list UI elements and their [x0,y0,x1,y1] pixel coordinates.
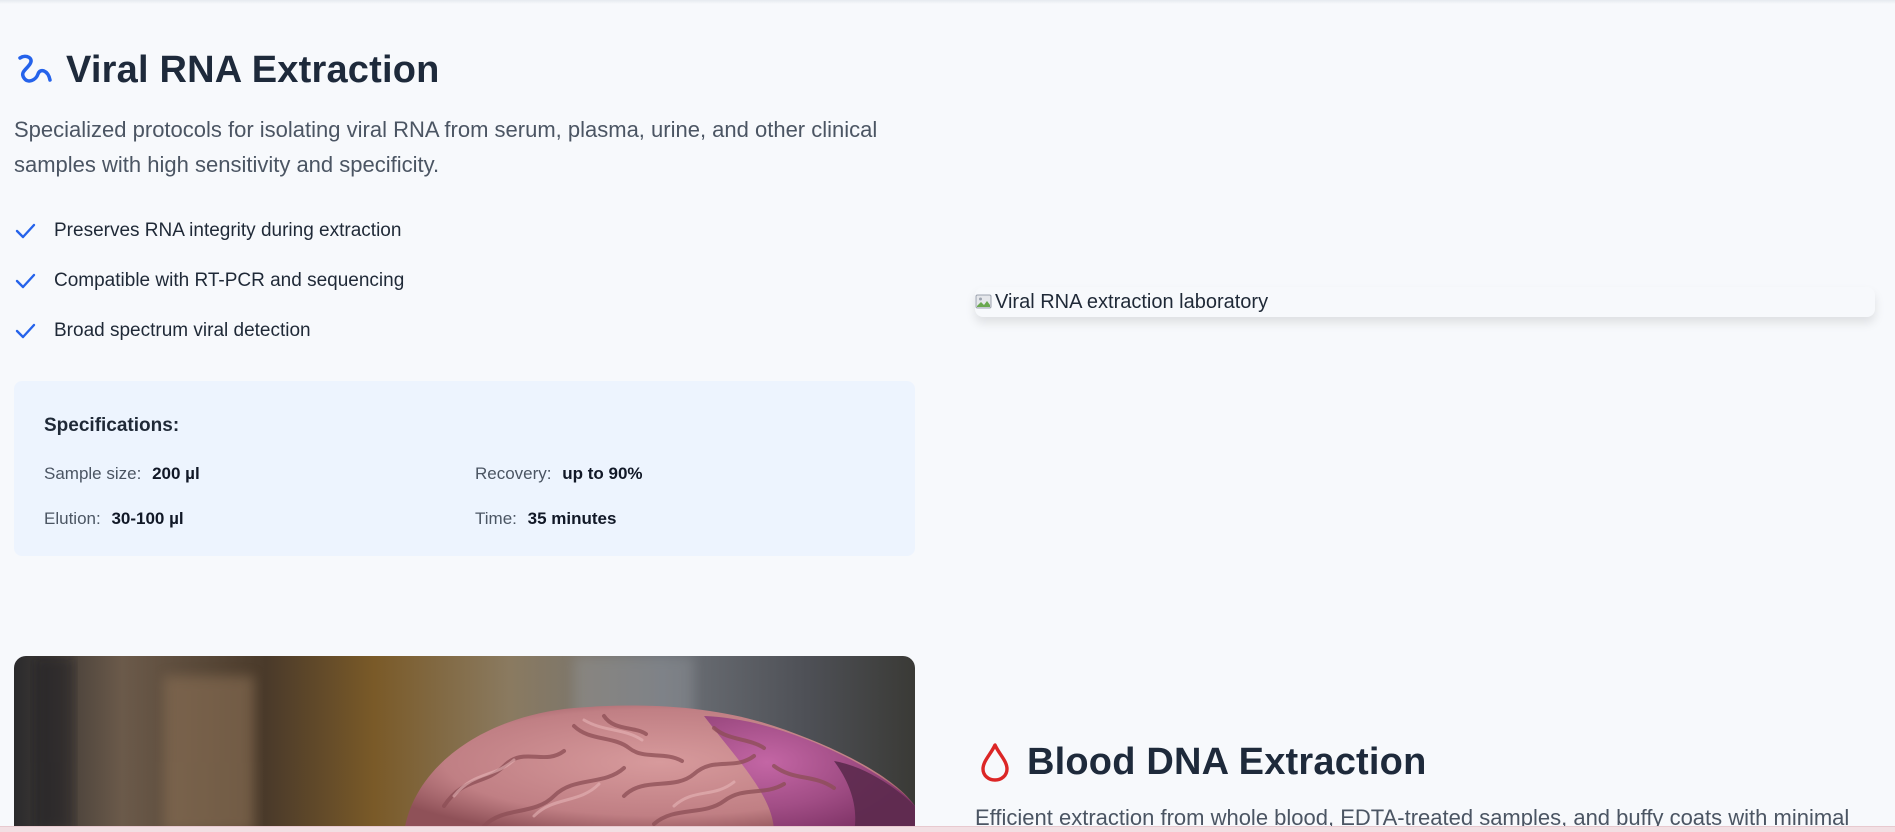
viral-lab-image: Viral RNA extraction laboratory [975,287,1875,317]
spec-label: Time: [475,509,517,528]
check-icon [14,218,40,244]
spec-recovery: Recovery: up to 90% [475,464,643,484]
spec-sample-size: Sample size: 200 µl [44,464,200,484]
blood-dna-section: Blood DNA Extraction Efficient extractio… [975,738,1875,832]
feature-text: Broad spectrum viral detection [54,320,311,341]
feature-text: Preserves RNA integrity during extractio… [54,220,402,241]
feature-item: Preserves RNA integrity during extractio… [14,206,916,256]
specifications-card: Specifications: Sample size: 200 µl Reco… [14,381,915,556]
broken-image-icon [975,294,992,309]
check-icon [14,268,40,294]
check-icon [14,318,40,344]
spec-label: Sample size: [44,464,142,483]
spec-label: Recovery: [475,464,552,483]
bottom-edge [0,826,1895,832]
blood-title: Blood DNA Extraction [1027,740,1427,783]
feature-text: Compatible with RT-PCR and sequencing [54,270,405,291]
spec-time: Time: 35 minutes [475,509,616,529]
viral-rna-section: Viral RNA Extraction Specialized protoco… [14,46,916,356]
brain-model-photo [14,656,915,832]
spec-value: up to 90% [562,464,643,483]
feature-item: Compatible with RT-PCR and sequencing [14,256,916,306]
droplet-icon [975,742,1015,782]
blood-title-row: Blood DNA Extraction [975,738,1875,786]
spec-value: 35 minutes [527,509,617,528]
viral-title: Viral RNA Extraction [66,48,440,91]
wave-icon [14,50,54,90]
feature-item: Broad spectrum viral detection [14,306,916,356]
spec-label: Elution: [44,509,101,528]
spec-value: 30-100 µl [111,509,184,528]
header-shadow [0,0,1895,4]
image-alt-text: Viral RNA extraction laboratory [995,290,1269,313]
specifications-title: Specifications: [44,415,180,436]
spec-elution: Elution: 30-100 µl [44,509,184,529]
viral-description: Specialized protocols for isolating vira… [14,117,878,177]
spec-value: 200 µl [152,464,200,483]
viral-title-row: Viral RNA Extraction [14,46,916,94]
viral-feature-list: Preserves RNA integrity during extractio… [14,206,916,356]
page: Viral RNA Extraction Specialized protoco… [0,0,1895,832]
